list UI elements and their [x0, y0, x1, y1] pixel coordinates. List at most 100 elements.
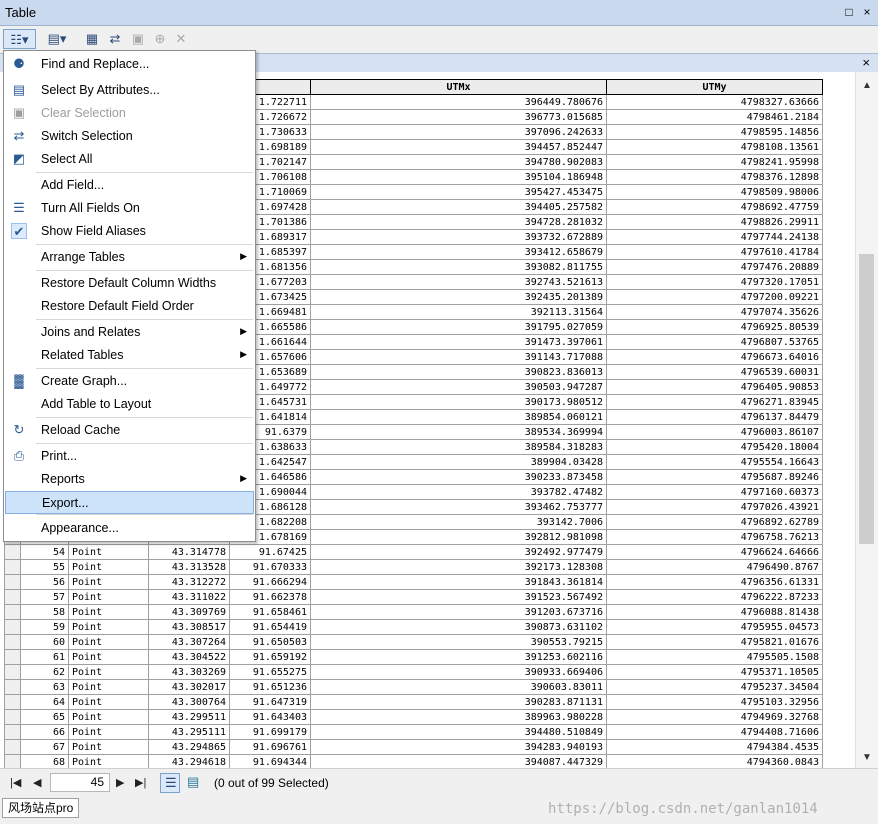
shape-cell[interactable]: Point	[68, 559, 149, 575]
table-row[interactable]: 63 Point 43.302017 91.651236 390603.83011 479…	[4, 679, 823, 695]
menu-item-add-field[interactable]: Add Field...	[5, 174, 254, 197]
menu-item-joins-and-relates[interactable]: Joins and Relates ▶	[5, 321, 254, 344]
utmy-cell[interactable]: 4796758.76213	[606, 529, 823, 545]
show-selected-records-button[interactable]: ▤	[183, 773, 203, 793]
utmx-cell[interactable]: 393142.7006	[310, 514, 607, 530]
utmy-cell[interactable]: 4795821.01676	[606, 634, 823, 650]
fid-cell[interactable]: 57	[20, 589, 69, 605]
utmy-cell[interactable]: 4796137.84479	[606, 409, 823, 425]
close-table-tab-icon[interactable]: ×	[862, 55, 870, 70]
shape-cell[interactable]: Point	[68, 754, 149, 768]
scrollbar-thumb[interactable]	[859, 254, 874, 544]
table-row[interactable]: 60 Point 43.307264 91.650503 390553.79215 479…	[4, 634, 823, 650]
fid-cell[interactable]: 59	[20, 619, 69, 635]
utmx-cell[interactable]: 394283.940193	[310, 739, 607, 755]
utmx-cell[interactable]: 390553.79215	[310, 634, 607, 650]
utmy-cell[interactable]: 4795955.04573	[606, 619, 823, 635]
utmx-cell[interactable]: 390173.980512	[310, 394, 607, 410]
menu-item-arrange-tables[interactable]: Arrange Tables ▶	[5, 246, 254, 269]
fid-cell[interactable]: 67	[20, 739, 69, 755]
x-cell[interactable]: 91.696761	[229, 739, 311, 755]
shape-cell[interactable]: Point	[68, 724, 149, 740]
utmx-cell[interactable]: 390933.669406	[310, 664, 607, 680]
x-cell[interactable]: 91.647319	[229, 694, 311, 710]
fid-cell[interactable]: 61	[20, 649, 69, 665]
shape-cell[interactable]: Point	[68, 634, 149, 650]
shape-cell[interactable]: Point	[68, 694, 149, 710]
y-cell[interactable]: 43.303269	[148, 664, 230, 680]
table-tab[interactable]: 风场站点pro	[2, 798, 80, 818]
utmy-cell[interactable]: 4795371.10505	[606, 664, 823, 680]
y-cell[interactable]: 43.294618	[148, 754, 230, 768]
utmx-cell[interactable]: 394405.257582	[310, 199, 607, 215]
x-cell[interactable]: 91.699179	[229, 724, 311, 740]
pin-button[interactable]: □	[841, 4, 857, 20]
shape-cell[interactable]: Point	[68, 604, 149, 620]
utmx-cell[interactable]: 389963.980228	[310, 709, 607, 725]
fid-cell[interactable]: 63	[20, 679, 69, 695]
shape-cell[interactable]: Point	[68, 544, 149, 560]
y-cell[interactable]: 43.312272	[148, 574, 230, 590]
utmx-cell[interactable]: 390283.871131	[310, 694, 607, 710]
x-cell[interactable]: 91.658461	[229, 604, 311, 620]
next-record-icon[interactable]: ▶	[116, 776, 124, 789]
utmx-cell[interactable]: 394457.852447	[310, 139, 607, 155]
y-cell[interactable]: 43.313528	[148, 559, 230, 575]
switch-selection-button[interactable]: ⇄	[105, 29, 125, 49]
utmx-cell[interactable]: 390603.83011	[310, 679, 607, 695]
utmy-cell[interactable]: 4797200.09221	[606, 289, 823, 305]
utmx-cell[interactable]: 391795.027059	[310, 319, 607, 335]
first-record-icon[interactable]: |◀	[10, 776, 21, 789]
utmy-cell[interactable]: 4796892.62789	[606, 514, 823, 530]
utmy-cell[interactable]: 4797610.41784	[606, 244, 823, 260]
menu-item-turn-all-fields-on[interactable]: ☰ Turn All Fields On	[5, 197, 254, 220]
menu-item-reload-cache[interactable]: ↻ Reload Cache	[5, 419, 254, 442]
row-selector[interactable]	[4, 574, 21, 590]
utmx-cell[interactable]: 393732.672889	[310, 229, 607, 245]
menu-item-clear-selection[interactable]: ▣ Clear Selection	[5, 102, 254, 125]
utmx-cell[interactable]: 396773.015685	[310, 109, 607, 125]
y-cell[interactable]: 43.311022	[148, 589, 230, 605]
table-row[interactable]: 57 Point 43.311022 91.662378 391523.567492 47…	[4, 589, 823, 605]
utmy-cell[interactable]: 4795505.1508	[606, 649, 823, 665]
table-row[interactable]: 62 Point 43.303269 91.655275 390933.669406 47…	[4, 664, 823, 680]
x-cell[interactable]: 91.651236	[229, 679, 311, 695]
table-row[interactable]: 58 Point 43.309769 91.658461 391203.673716 47…	[4, 604, 823, 620]
x-cell[interactable]: 91.654419	[229, 619, 311, 635]
utmx-cell[interactable]: 393082.811755	[310, 259, 607, 275]
table-row[interactable]: 67 Point 43.294865 91.696761 394283.940193 47…	[4, 739, 823, 755]
utmx-cell[interactable]: 394087.447329	[310, 754, 607, 768]
row-selector[interactable]	[4, 679, 21, 695]
utmx-cell[interactable]: 393462.753777	[310, 499, 607, 515]
utmy-cell[interactable]: 4797744.24138	[606, 229, 823, 245]
utmy-cell[interactable]: 4795237.34504	[606, 679, 823, 695]
row-selector[interactable]	[4, 544, 21, 560]
row-selector[interactable]	[4, 619, 21, 635]
utmy-cell[interactable]: 4797160.60373	[606, 484, 823, 500]
menu-item-add-table-to-layout[interactable]: Add Table to Layout	[5, 393, 254, 416]
utmy-cell[interactable]: 4798241.95998	[606, 154, 823, 170]
row-selector[interactable]	[4, 709, 21, 725]
fid-cell[interactable]: 64	[20, 694, 69, 710]
utmy-cell[interactable]: 4796271.83945	[606, 394, 823, 410]
utmx-cell[interactable]: 392113.31564	[310, 304, 607, 320]
scroll-down-icon[interactable]: ▼	[862, 752, 872, 763]
shape-cell[interactable]: Point	[68, 664, 149, 680]
fid-cell[interactable]: 54	[20, 544, 69, 560]
table-row[interactable]: 65 Point 43.299511 91.643403 389963.980228 47…	[4, 709, 823, 725]
table-row[interactable]: 56 Point 43.312272 91.666294 391843.361814 47…	[4, 574, 823, 590]
y-cell[interactable]: 43.302017	[148, 679, 230, 695]
x-cell[interactable]: 91.67425	[229, 544, 311, 560]
x-cell[interactable]: 91.643403	[229, 709, 311, 725]
utmx-cell[interactable]: 392435.201389	[310, 289, 607, 305]
x-cell[interactable]: 91.655275	[229, 664, 311, 680]
utmy-cell[interactable]: 4798376.12898	[606, 169, 823, 185]
row-selector[interactable]	[4, 589, 21, 605]
utmy-cell[interactable]: 4796925.80539	[606, 319, 823, 335]
utmx-cell[interactable]: 394780.902083	[310, 154, 607, 170]
utmx-cell[interactable]: 392743.521613	[310, 274, 607, 290]
utmx-cell[interactable]: 395427.453475	[310, 184, 607, 200]
zoom-to-selected-button[interactable]: ⊕	[150, 29, 170, 49]
x-cell[interactable]: 91.666294	[229, 574, 311, 590]
utmy-cell[interactable]: 4798826.29911	[606, 214, 823, 230]
